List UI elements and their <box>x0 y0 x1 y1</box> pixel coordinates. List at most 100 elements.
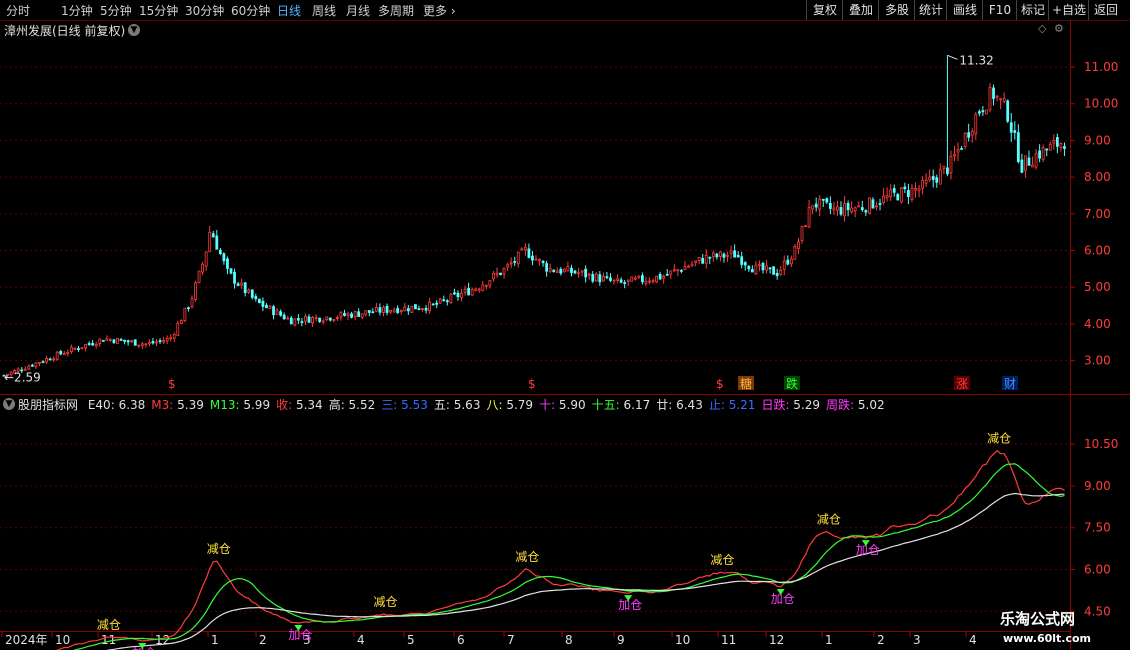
period-tab-60min[interactable]: 60分钟 <box>231 2 270 19</box>
mark-button[interactable]: 标记 <box>1016 0 1049 20</box>
period-tab-daily[interactable]: 日线 <box>277 2 301 19</box>
top-toolbar: 分时 1分钟 5分钟 15分钟 30分钟 60分钟 日线 周线 月线 多周期 更… <box>0 0 1130 21</box>
candle <box>938 163 942 185</box>
candle <box>871 197 875 209</box>
candle <box>492 270 495 282</box>
period-tab-1min[interactable]: 1分钟 <box>61 2 93 19</box>
candle <box>970 128 974 143</box>
indicator-value: E40: 6.38 <box>88 398 145 412</box>
candle <box>133 339 137 346</box>
indicator-value: 止: 5.21 <box>709 398 756 412</box>
period-tab-monthly[interactable]: 月线 <box>346 2 370 19</box>
candle <box>211 230 215 238</box>
candle <box>733 244 737 258</box>
candle <box>325 316 329 322</box>
candle <box>272 304 275 320</box>
candle <box>55 350 59 361</box>
candle <box>836 200 839 217</box>
x-axis-month-label: 9 <box>617 633 625 647</box>
candle <box>488 280 492 289</box>
reduce-position-label: 减仓 <box>373 595 397 609</box>
overlay-button[interactable]: 叠加 <box>842 0 879 20</box>
indicator-y-tick-label: 9.00 <box>1084 479 1111 493</box>
indicator-menu-icon[interactable]: ▼ <box>3 398 15 410</box>
candle <box>648 277 651 285</box>
period-tab-intraday[interactable]: 分时 <box>6 2 30 19</box>
main-y-tick-label: 10.00 <box>1084 97 1118 111</box>
candle <box>860 200 864 212</box>
candle <box>782 255 786 276</box>
candle <box>956 142 960 162</box>
f10-button[interactable]: F10 <box>982 0 1017 20</box>
candle <box>857 201 861 208</box>
indicator-value-label: E40: <box>87 398 115 412</box>
candle <box>793 243 797 260</box>
candle <box>584 265 588 283</box>
indicator-value: 十: 5.90 <box>539 398 586 412</box>
candle <box>293 318 297 327</box>
candle <box>828 196 832 215</box>
candle <box>630 276 634 282</box>
adjust-button[interactable]: 复权 <box>806 0 843 20</box>
multi-stock-button[interactable]: 多股 <box>878 0 915 20</box>
candle <box>797 238 800 255</box>
x-axis-month-label: 2024年 <box>5 633 48 647</box>
candle <box>183 307 187 323</box>
candle <box>84 344 87 352</box>
candle <box>633 275 637 281</box>
candle <box>967 123 971 142</box>
candlestick-series <box>2 55 1066 378</box>
candle <box>463 285 467 296</box>
chevron-down-icon[interactable]: ▼ <box>128 24 140 36</box>
candle <box>59 349 63 356</box>
candle <box>559 267 563 276</box>
candle <box>1063 142 1066 157</box>
candle <box>1006 99 1010 124</box>
indicator-value-label: 高: <box>328 398 345 412</box>
candle <box>261 297 265 312</box>
candle <box>190 295 194 309</box>
candle <box>516 251 520 268</box>
candle <box>268 304 272 310</box>
period-tab-5min[interactable]: 5分钟 <box>100 2 132 19</box>
candle <box>428 297 432 314</box>
candle <box>690 260 694 267</box>
candle <box>981 105 985 116</box>
statistics-button[interactable]: 统计 <box>914 0 947 20</box>
candle <box>658 271 662 280</box>
candle <box>406 304 410 315</box>
period-tab-30min[interactable]: 30分钟 <box>185 2 224 19</box>
candle <box>169 334 173 342</box>
candle <box>204 251 208 271</box>
add-position-label: 加仓 <box>132 646 156 650</box>
period-tab-15min[interactable]: 15分钟 <box>139 2 178 19</box>
period-tab-weekly[interactable]: 周线 <box>312 2 336 19</box>
diamond-icon[interactable]: ◇ <box>1038 22 1046 35</box>
x-axis-month-label: 12 <box>769 633 784 647</box>
indicator-value-label: M3: <box>151 398 174 412</box>
period-tab-more[interactable]: 更多 › <box>423 2 456 19</box>
candle <box>328 317 332 322</box>
draw-line-button[interactable]: 画线 <box>946 0 983 20</box>
candle <box>903 182 907 193</box>
x-axis-month-label: 3 <box>303 633 311 647</box>
main-y-tick-label: 6.00 <box>1084 244 1111 258</box>
candle <box>247 288 251 295</box>
settings-icon[interactable]: ⚙ <box>1054 22 1064 35</box>
candle <box>619 277 623 284</box>
add-watchlist-button[interactable]: +自选 <box>1048 0 1089 20</box>
candle <box>513 256 517 267</box>
candle <box>62 351 66 356</box>
back-button[interactable]: 返回 <box>1088 0 1123 20</box>
candle <box>257 298 261 304</box>
candle <box>265 303 268 309</box>
candle <box>194 280 197 302</box>
candle <box>499 272 502 276</box>
indicator-line-m3 <box>56 449 1065 650</box>
indicator-value-number: 6.38 <box>114 398 146 412</box>
chevron-right-icon: › <box>450 4 456 18</box>
candle <box>335 315 339 321</box>
candle <box>449 292 453 305</box>
period-tab-multi[interactable]: 多周期 <box>378 2 414 19</box>
candle <box>594 272 598 282</box>
